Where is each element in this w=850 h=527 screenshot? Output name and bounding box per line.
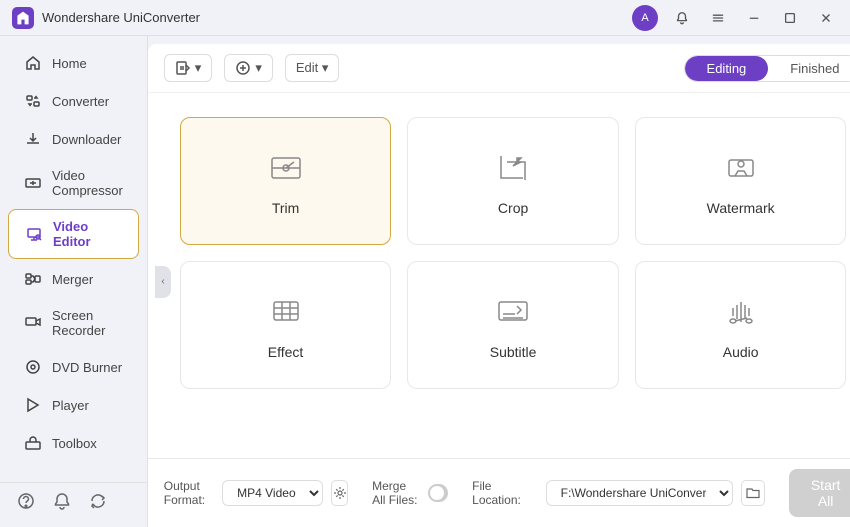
menu-icon[interactable]: [706, 6, 730, 30]
output-format-select[interactable]: MP4 Video: [222, 480, 323, 506]
titlebar: Wondershare UniConverter A: [0, 0, 850, 36]
add-media-button[interactable]: ▾: [224, 54, 273, 82]
sidebar-item-video-editor[interactable]: Video Editor: [8, 209, 139, 259]
trim-icon: [264, 146, 308, 190]
sidebar-item-home[interactable]: Home: [8, 45, 139, 81]
watermark-icon: [719, 146, 763, 190]
tool-card-watermark[interactable]: Watermark: [635, 117, 847, 245]
window-controls: A: [632, 5, 838, 31]
effect-label: Effect: [268, 344, 304, 360]
file-location-select[interactable]: F:\Wondershare UniConverter: [546, 480, 733, 506]
app-title: Wondershare UniConverter: [42, 10, 632, 25]
crop-label: Crop: [498, 200, 528, 216]
tool-card-crop[interactable]: Crop: [407, 117, 619, 245]
watermark-label: Watermark: [707, 200, 775, 216]
output-format-label: Output Format:: [164, 479, 214, 507]
sidebar-bottom: [0, 482, 147, 519]
sidebar-item-toolbox[interactable]: Toolbox: [8, 425, 139, 461]
output-format-settings-icon[interactable]: [331, 480, 348, 506]
sidebar-item-downloader[interactable]: Downloader: [8, 121, 139, 157]
edit-label: Edit ▾: [296, 60, 329, 76]
player-icon: [24, 396, 42, 414]
bell-icon[interactable]: [670, 6, 694, 30]
main-layout: Home Converter Downloader Video Compress…: [0, 36, 850, 527]
audio-label: Audio: [723, 344, 759, 360]
sidebar-item-video-compressor[interactable]: Video Compressor: [8, 159, 139, 207]
start-all-button[interactable]: Start All: [789, 469, 850, 517]
tool-card-effect[interactable]: Effect: [180, 261, 392, 389]
add-dropdown-icon: ▾: [195, 60, 202, 76]
subtitle-icon: [491, 290, 535, 334]
subtitle-label: Subtitle: [490, 344, 537, 360]
audio-icon: [719, 290, 763, 334]
sync-icon[interactable]: [88, 491, 108, 511]
app-logo: [12, 7, 34, 29]
editor-icon: [25, 225, 43, 243]
minimize-button[interactable]: [742, 6, 766, 30]
content-header: ▾ ▾ Edit ▾ Editing Finished: [148, 44, 850, 93]
dvd-icon: [24, 358, 42, 376]
tab-editing[interactable]: Editing: [685, 56, 769, 81]
merge-all-field: Merge All Files:: [372, 479, 448, 507]
tab-finished[interactable]: Finished: [768, 56, 850, 81]
file-location-field: File Location: F:\Wondershare UniConvert…: [472, 479, 765, 507]
sidebar-item-player[interactable]: Player: [8, 387, 139, 423]
add-file-button[interactable]: ▾: [164, 54, 213, 82]
sidebar-item-merger[interactable]: Merger: [8, 261, 139, 297]
sidebar-item-converter[interactable]: Converter: [8, 83, 139, 119]
home-icon: [24, 54, 42, 72]
editing-tabs: Editing Finished: [684, 55, 850, 82]
tool-card-trim[interactable]: Trim: [180, 117, 392, 245]
sidebar-collapse-button[interactable]: ‹: [155, 266, 171, 298]
tool-grid: Trim Crop: [148, 93, 850, 458]
compress-icon: [24, 174, 42, 192]
notification-icon[interactable]: [52, 491, 72, 511]
user-avatar[interactable]: A: [632, 5, 658, 31]
toggle-knob: [430, 486, 444, 500]
maximize-button[interactable]: [778, 6, 802, 30]
recorder-icon: [24, 314, 42, 332]
content-area: ▾ ▾ Edit ▾ Editing Finished: [148, 44, 850, 527]
browse-folder-icon[interactable]: [741, 480, 765, 506]
bottom-bar: Output Format: MP4 Video Merge All Files…: [148, 458, 850, 527]
toolbox-icon: [24, 434, 42, 452]
file-location-label: File Location:: [472, 479, 538, 507]
sidebar-item-dvd-burner[interactable]: DVD Burner: [8, 349, 139, 385]
crop-icon: [491, 146, 535, 190]
trim-label: Trim: [272, 200, 299, 216]
edit-dropdown[interactable]: Edit ▾: [285, 54, 340, 82]
output-format-field: Output Format: MP4 Video: [164, 479, 348, 507]
add-media-dropdown-icon: ▾: [255, 60, 262, 76]
close-button[interactable]: [814, 6, 838, 30]
converter-icon: [24, 92, 42, 110]
effect-icon: [264, 290, 308, 334]
merger-icon: [24, 270, 42, 288]
merge-all-label: Merge All Files:: [372, 479, 420, 507]
tool-card-audio[interactable]: Audio: [635, 261, 847, 389]
downloader-icon: [24, 130, 42, 148]
tool-card-subtitle[interactable]: Subtitle: [407, 261, 619, 389]
sidebar-item-screen-recorder[interactable]: Screen Recorder: [8, 299, 139, 347]
merge-all-toggle[interactable]: [428, 484, 448, 502]
help-icon[interactable]: [16, 491, 36, 511]
sidebar: Home Converter Downloader Video Compress…: [0, 36, 148, 527]
